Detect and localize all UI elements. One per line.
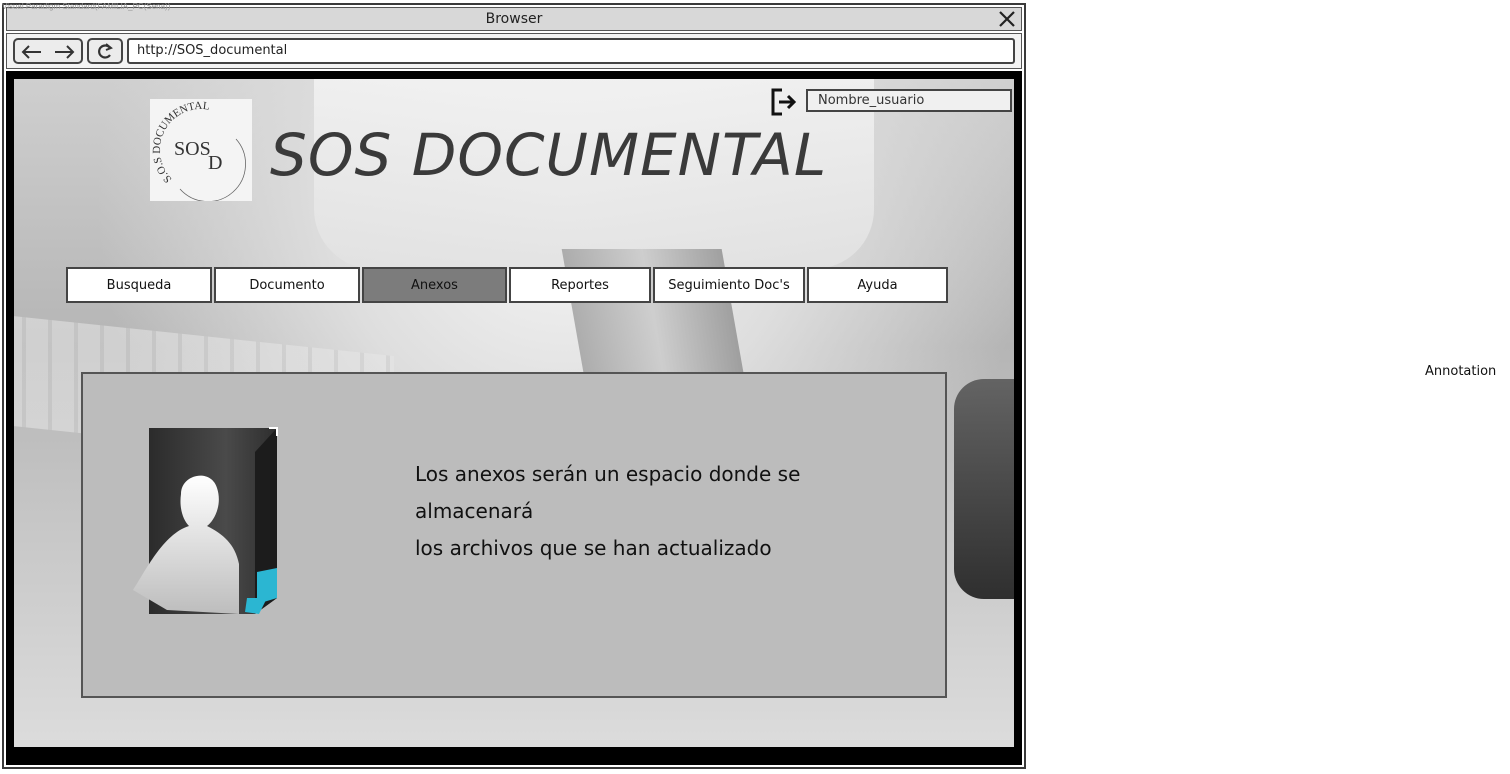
panel-text-line-1: Los anexos serán un espacio donde se alm… — [415, 462, 801, 523]
window-title: Browser — [485, 11, 543, 27]
logo: S.O.S DOCUMENTAL SOS D — [150, 99, 252, 202]
navigation-bar: http://SOS_documental — [6, 33, 1022, 69]
menu-item-ayuda[interactable]: Ayuda — [807, 267, 948, 303]
content-panel: Los anexos serán un espacio donde se alm… — [81, 372, 947, 698]
annotation-label: Annotation — [1425, 364, 1497, 379]
menu-item-seguimiento[interactable]: Seguimiento Doc's — [653, 267, 805, 303]
history-buttons — [13, 38, 83, 64]
page-viewport: S.O.S DOCUMENTAL SOS D SOS DOCUMENTAL No… — [6, 71, 1022, 765]
reload-icon — [98, 43, 113, 59]
logo-center-bottom: D — [208, 152, 222, 174]
panel-text-line-2: los archivos que se han actualizado — [415, 536, 772, 560]
menu-item-busqueda[interactable]: Busqueda — [66, 267, 212, 303]
logo-center-top: SOS — [174, 138, 211, 160]
reload-button[interactable] — [87, 38, 123, 64]
app-title: SOS DOCUMENTAL — [270, 121, 828, 189]
menu-item-documento[interactable]: Documento — [214, 267, 360, 303]
background-object — [954, 379, 1014, 599]
main-menu: Busqueda Documento Anexos Reportes Segui… — [66, 267, 950, 303]
menu-item-reportes[interactable]: Reportes — [509, 267, 651, 303]
username-field[interactable]: Nombre_usuario — [806, 89, 1012, 112]
arrow-right-icon[interactable] — [49, 42, 79, 62]
watermark: Visual Paradigm Standard(FAMILIA_PC(Sena… — [2, 2, 171, 11]
close-icon[interactable] — [997, 9, 1017, 29]
menu-item-anexos[interactable]: Anexos — [362, 267, 507, 303]
page-content: S.O.S DOCUMENTAL SOS D SOS DOCUMENTAL No… — [14, 79, 1014, 747]
browser-window: Browser http://SOS_documental S.O.S DOCU… — [2, 3, 1026, 769]
address-bar[interactable]: http://SOS_documental — [127, 38, 1015, 64]
logout-icon[interactable] — [770, 87, 800, 117]
panel-description: Los anexos serán un espacio donde se alm… — [415, 456, 915, 567]
user-folder-icon — [133, 427, 278, 614]
arrow-left-icon[interactable] — [17, 42, 47, 62]
